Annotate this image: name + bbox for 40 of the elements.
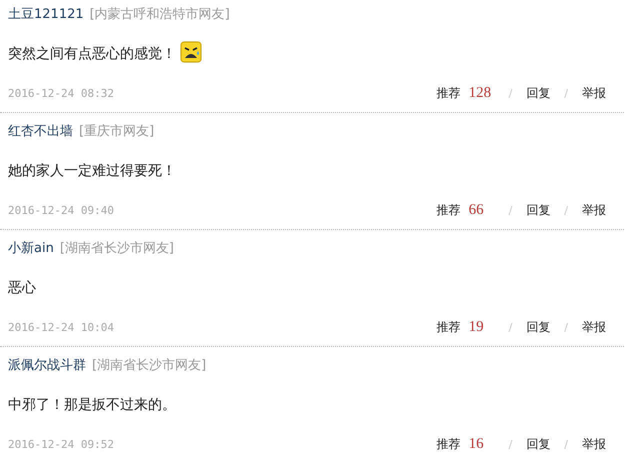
recommend-link[interactable]: 推荐 [436,318,461,336]
timestamp: 2016-12-24 09:52 [8,438,115,450]
timestamp: 2016-12-24 10:04 [8,320,115,334]
username[interactable]: 红杏不出墙 [8,122,73,140]
separator: / [508,204,512,216]
separator: / [508,438,512,450]
comment-text: 她的家人一定难过得要死！ [8,162,176,180]
recommend-count: 16 [468,436,485,452]
separator: / [508,86,512,100]
timestamp: 2016-12-24 08:32 [8,86,115,100]
user-location: [内蒙古呼和浩特市网友] [90,6,230,23]
recommend-count: 19 [468,318,485,336]
reply-link[interactable]: 回复 [526,202,550,218]
user-location: [湖南省长沙市网友] [92,357,206,374]
separator: / [564,204,568,216]
recommend-count: 128 [468,84,492,102]
username[interactable]: 土豆121121 [8,5,84,23]
recommend-link[interactable]: 推荐 [436,202,461,218]
report-link[interactable]: 举报 [582,436,606,452]
timestamp: 2016-12-24 09:40 [8,204,115,216]
comment-text: 中邪了！那是扳不过来的。 [8,396,176,414]
reply-link[interactable]: 回复 [526,84,550,102]
username[interactable]: 派佩尔战斗群 [8,356,86,374]
username[interactable]: 小新ain [8,239,54,257]
report-link[interactable]: 举报 [582,84,606,102]
separator: / [508,320,512,334]
recommend-link[interactable]: 推荐 [436,436,461,452]
reply-link[interactable]: 回复 [526,436,550,452]
separator: / [564,86,568,100]
comment-text: 恶心 [8,279,36,297]
reply-link[interactable]: 回复 [526,318,550,336]
comment-text: 突然之间有点恶心的感觉！ [8,45,176,63]
report-link[interactable]: 举报 [582,202,606,218]
report-link[interactable]: 举报 [582,318,606,336]
recommend-count: 66 [468,202,485,218]
user-location: [湖南省长沙市网友] [60,240,174,257]
user-location: [重庆市网友] [79,123,154,140]
separator: / [564,320,568,334]
separator: / [564,438,568,450]
recommend-link[interactable]: 推荐 [436,84,461,102]
